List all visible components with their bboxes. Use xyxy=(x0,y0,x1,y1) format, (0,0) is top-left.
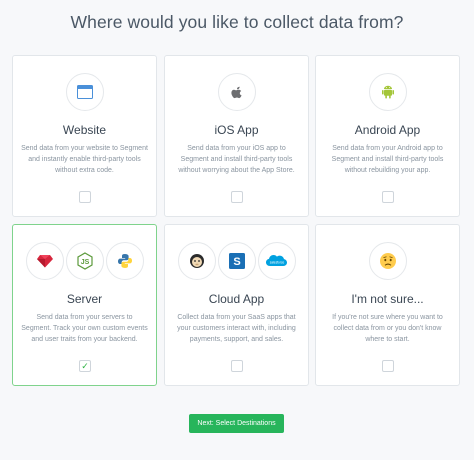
python-icon xyxy=(105,242,144,280)
worried-face-icon xyxy=(368,242,407,280)
card-title: Cloud App xyxy=(208,292,265,306)
apple-icon xyxy=(217,73,256,111)
android-icon xyxy=(368,73,407,111)
mailchimp-icon xyxy=(177,242,216,280)
card-website[interactable]: Website Send data from your website to S… xyxy=(12,55,157,217)
card-description: Send data from your servers to Segment. … xyxy=(21,314,148,343)
card-title: Website xyxy=(62,123,107,137)
not-sure-checkbox[interactable] xyxy=(382,360,394,372)
salesforce-wordmark: salesforce xyxy=(269,261,284,265)
salesforce-icon: salesforce xyxy=(257,242,296,280)
stripe-icon: S xyxy=(217,242,256,280)
card-title: iOS App xyxy=(214,123,259,137)
ios-app-checkbox[interactable] xyxy=(231,191,243,203)
card-cloud-app[interactable]: S salesforce Cloud App Collect data from… xyxy=(164,224,309,386)
stripe-letter: S xyxy=(233,256,240,268)
card-title: Android App xyxy=(354,123,421,137)
server-checkbox[interactable]: ✓ xyxy=(79,360,91,372)
nodejs-icon: JS xyxy=(65,242,104,280)
card-not-sure[interactable]: I'm not sure... If you're not sure where… xyxy=(315,224,460,386)
cloud-app-checkbox[interactable] xyxy=(231,360,243,372)
card-description: Send data from your iOS app to Segment a… xyxy=(178,145,295,174)
card-description: Send data from your Android app to Segme… xyxy=(331,145,444,174)
card-server[interactable]: JS Server Send data from your servers to… xyxy=(12,224,157,386)
card-title: Server xyxy=(66,292,103,306)
website-checkbox[interactable] xyxy=(79,191,91,203)
next-select-destinations-button[interactable]: Next: Select Destinations xyxy=(189,414,284,433)
card-android-app[interactable]: Android App Send data from your Android … xyxy=(315,55,460,217)
page-title: Where would you like to collect data fro… xyxy=(70,12,404,32)
checkmark-icon: ✓ xyxy=(81,360,89,371)
card-description: Send data from your website to Segment a… xyxy=(21,145,148,174)
ruby-icon xyxy=(25,242,64,280)
card-ios-app[interactable]: iOS App Send data from your iOS app to S… xyxy=(164,55,309,217)
card-title: I'm not sure... xyxy=(351,292,424,306)
svg-text:JS: JS xyxy=(80,259,89,266)
browser-window-icon xyxy=(65,73,104,111)
card-description: Collect data from your SaaS apps that yo… xyxy=(177,314,296,343)
android-app-checkbox[interactable] xyxy=(382,191,394,203)
card-description: If you're not sure where you want to col… xyxy=(332,314,443,343)
